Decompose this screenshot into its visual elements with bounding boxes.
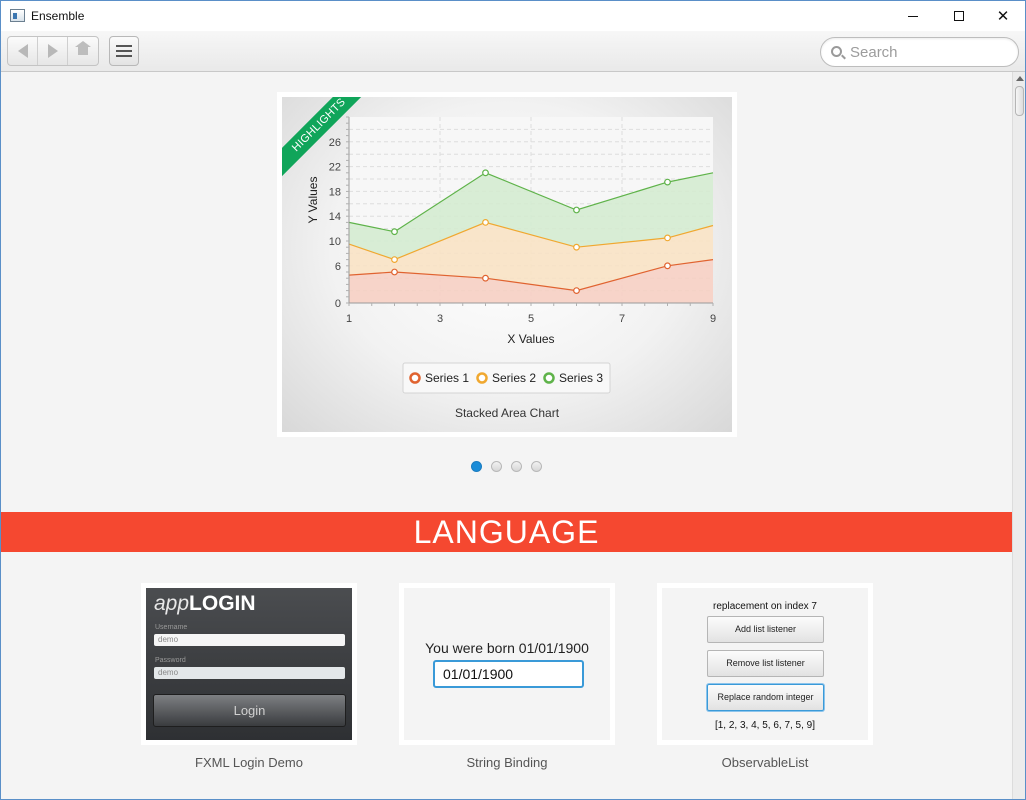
toolbar	[1, 31, 1025, 72]
sample-label-observable-list: ObservableList	[721, 755, 809, 770]
legend-label-1: Series 1	[425, 371, 469, 385]
y-tick-label: 10	[329, 236, 341, 248]
ensemble-window: Ensemble ✕ 0 6 10 14 18 22 26 1 3 5 7 9 X Values Y Va…	[0, 0, 1026, 800]
scroll-thumb[interactable]	[1015, 86, 1024, 116]
password-field: demo	[154, 667, 345, 679]
sample-label-string-binding: String Binding	[466, 755, 548, 770]
forward-button[interactable]	[38, 37, 68, 65]
y-tick-label: 6	[335, 261, 341, 273]
y-tick-label: 14	[329, 211, 341, 223]
born-text: You were born 01/01/1900	[425, 640, 589, 656]
point-series-2	[482, 218, 489, 226]
search-box[interactable]	[820, 37, 1019, 67]
login-logo: appLOGIN	[154, 592, 256, 616]
point-series-2	[573, 243, 580, 251]
title-bar: Ensemble ✕	[1, 1, 1025, 31]
x-tick-label: 9	[710, 313, 716, 325]
maximize-icon	[954, 11, 964, 21]
vertical-scrollbar[interactable]	[1012, 72, 1025, 799]
date-input	[433, 660, 584, 688]
add-list-listener-button: Add list listener	[707, 616, 824, 643]
scroll-up-icon[interactable]	[1016, 76, 1024, 81]
navigation-group	[7, 36, 99, 66]
sample-observable-list[interactable]: replacement on index 7 Add list listener…	[657, 583, 873, 745]
window-title: Ensemble	[31, 9, 85, 23]
point-series-1	[482, 274, 489, 282]
close-button[interactable]: ✕	[980, 1, 1025, 31]
point-series-3	[664, 178, 671, 186]
home-icon	[75, 41, 91, 57]
point-series-2	[664, 234, 671, 242]
stacked-area-chart: 0 6 10 14 18 22 26 1 3 5 7 9 X Values Y Values Series …	[306, 116, 716, 420]
chart-caption: Stacked Area Chart	[455, 406, 560, 420]
point-series-3	[482, 169, 489, 177]
back-button[interactable]	[8, 37, 38, 65]
pagination	[471, 461, 542, 472]
highlight-preview: 0 6 10 14 18 22 26 1 3 5 7 9 X Values Y Values Series …	[282, 97, 732, 432]
maximize-button[interactable]	[936, 1, 982, 31]
y-tick-label: 18	[329, 186, 341, 198]
point-series-2	[391, 256, 398, 264]
arrow-right-icon	[47, 44, 58, 58]
minimize-button[interactable]	[890, 1, 936, 31]
hamburger-line	[116, 55, 132, 57]
y-tick-label: 0	[335, 298, 341, 310]
logo-app-text: app	[154, 592, 190, 615]
point-series-3	[391, 228, 398, 236]
remove-list-listener-button: Remove list listener	[707, 650, 824, 677]
logo-login-text: LOGIN	[189, 592, 256, 615]
legend-label-3: Series 3	[559, 371, 603, 385]
replace-random-integer-button: Replace random integer	[707, 684, 824, 711]
x-tick-label: 1	[346, 313, 352, 325]
legend-marker-1	[409, 372, 421, 384]
sample-label-fxml-login: FXML Login Demo	[195, 755, 303, 770]
y-axis-label: Y Values	[306, 177, 320, 224]
minimize-icon	[908, 15, 918, 17]
y-tick-label: 26	[329, 137, 341, 149]
sample-string-binding[interactable]: You were born 01/01/1900	[399, 583, 615, 745]
list-values: [1, 2, 3, 4, 5, 6, 7, 5, 9]	[714, 720, 816, 731]
point-series-3	[573, 206, 580, 214]
home-button[interactable]	[68, 37, 98, 65]
legend-marker-2	[476, 372, 488, 384]
pagination-dot-4[interactable]	[531, 461, 542, 472]
x-axis-label: X Values	[507, 332, 554, 346]
observable-thumbnail: replacement on index 7 Add list listener…	[662, 588, 868, 740]
hamburger-menu-icon	[116, 45, 132, 47]
replacement-text: replacement on index 7	[713, 601, 817, 612]
login-thumbnail: appLOGIN Username demo Password demo Log…	[146, 588, 352, 740]
binding-thumbnail: You were born 01/01/1900	[404, 588, 610, 740]
sample-fxml-login[interactable]: appLOGIN Username demo Password demo Log…	[141, 583, 357, 745]
legend-marker-3	[543, 372, 555, 384]
point-series-1	[391, 268, 398, 276]
pagination-dot-2[interactable]	[491, 461, 502, 472]
username-field: demo	[154, 634, 345, 646]
point-series-1	[573, 287, 580, 295]
search-icon	[831, 46, 842, 57]
app-icon	[10, 9, 25, 22]
legend-label-2: Series 2	[492, 371, 536, 385]
section-title: LANGUAGE	[413, 513, 600, 550]
pagination-dot-3[interactable]	[511, 461, 522, 472]
hamburger-line	[116, 50, 132, 52]
point-series-1	[664, 262, 671, 270]
x-tick-label: 7	[619, 313, 625, 325]
highlight-card[interactable]: 0 6 10 14 18 22 26 1 3 5 7 9 X Values Y Values Series …	[277, 92, 737, 437]
x-tick-label: 3	[437, 313, 443, 325]
password-label: Password	[155, 657, 186, 664]
search-input[interactable]	[850, 42, 1010, 62]
login-button: Login	[153, 694, 346, 727]
menu-button[interactable]	[109, 36, 139, 66]
section-header: LANGUAGE	[1, 512, 1012, 552]
pagination-dot-1[interactable]	[471, 461, 482, 472]
arrow-left-icon	[17, 44, 28, 58]
username-label: Username	[155, 624, 188, 631]
y-tick-label: 22	[329, 162, 341, 174]
x-tick-label: 5	[528, 313, 534, 325]
